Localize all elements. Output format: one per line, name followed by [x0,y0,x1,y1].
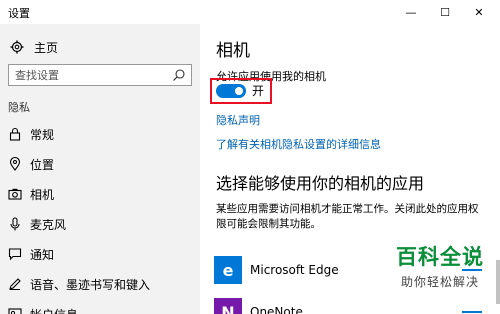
sidebar-item-label: 位置 [30,157,55,172]
onenote-icon: N [214,298,242,314]
privacy-statement-link[interactable]: 隐私声明 [216,112,260,128]
app-name: Microsoft Edge [250,263,339,277]
maximize-button[interactable]: ☐ [430,0,460,24]
sidebar-item-label: 相机 [30,187,55,202]
app-row-edge: e Microsoft Edge [214,256,339,284]
sidebar-item-label: 语音、墨迹书写和键入 [30,277,151,292]
pen-icon [8,277,22,291]
search-box[interactable] [8,64,192,86]
edge-icon: e [214,256,242,284]
title-bar: 设置 — ☐ ✕ [0,0,500,24]
sidebar-item-location[interactable]: 位置 [0,151,200,177]
apps-section-description: 某些应用需要访问相机才能正常工作。关闭此处的应用权限可能会限制其功能。 [216,203,479,230]
home-nav-item[interactable]: 主页 [10,38,58,56]
sidebar-item-general[interactable]: 常规 [0,121,200,147]
sidebar-item-label: 通知 [30,247,55,262]
search-input[interactable] [9,65,159,85]
sidebar-item-label: 常规 [30,127,55,142]
sidebar-item-account-info[interactable]: 帐户信息 [0,301,200,314]
camera-icon [8,187,22,201]
watermark-subtitle: 助你轻松解决 [400,275,479,289]
location-pin-icon [8,157,22,171]
sidebar-item-label: 帐户信息 [30,306,78,314]
sidebar-item-label: 麦克风 [30,217,67,232]
toggle-state-label: 开 [252,84,265,98]
scrollbar-thumb[interactable] [496,260,500,304]
minimize-button[interactable]: — [396,0,426,24]
sidebar-item-notifications[interactable]: 通知 [0,241,200,267]
apps-section-title: 选择能够使用你的相机的应用 [216,174,425,193]
sidebar-item-camera[interactable]: 相机 [0,181,200,207]
watermark-title: 百科全说 [396,245,484,269]
window-title: 设置 [8,7,30,20]
search-icon[interactable] [172,68,186,82]
close-button[interactable]: ✕ [464,0,494,24]
account-icon [8,307,22,314]
scrollbar[interactable] [496,24,500,314]
page-title: 相机 [216,41,250,61]
microphone-icon [8,217,22,231]
app-name: OneNote [250,305,303,314]
toggle-knob [235,87,243,95]
watermark: 百科全说 助你轻松解决 [396,241,484,290]
section-heading-privacy: 隐私 [8,101,30,114]
app-row-onenote: N OneNote [214,298,303,314]
onenote-camera-toggle[interactable] [462,311,482,313]
lock-icon [8,127,22,141]
sidebar: 主页 隐私 常规 位置 相机 麦克风 通知 [0,24,200,314]
gear-icon [10,40,24,54]
sidebar-item-microphone[interactable]: 麦克风 [0,211,200,237]
camera-access-toggle[interactable] [216,84,246,98]
sidebar-item-speech-inking[interactable]: 语音、墨迹书写和键入 [0,271,200,297]
speech-bubble-icon [8,247,22,261]
learn-more-link[interactable]: 了解有关相机隐私设置的详细信息 [216,136,381,152]
home-label: 主页 [34,40,59,55]
